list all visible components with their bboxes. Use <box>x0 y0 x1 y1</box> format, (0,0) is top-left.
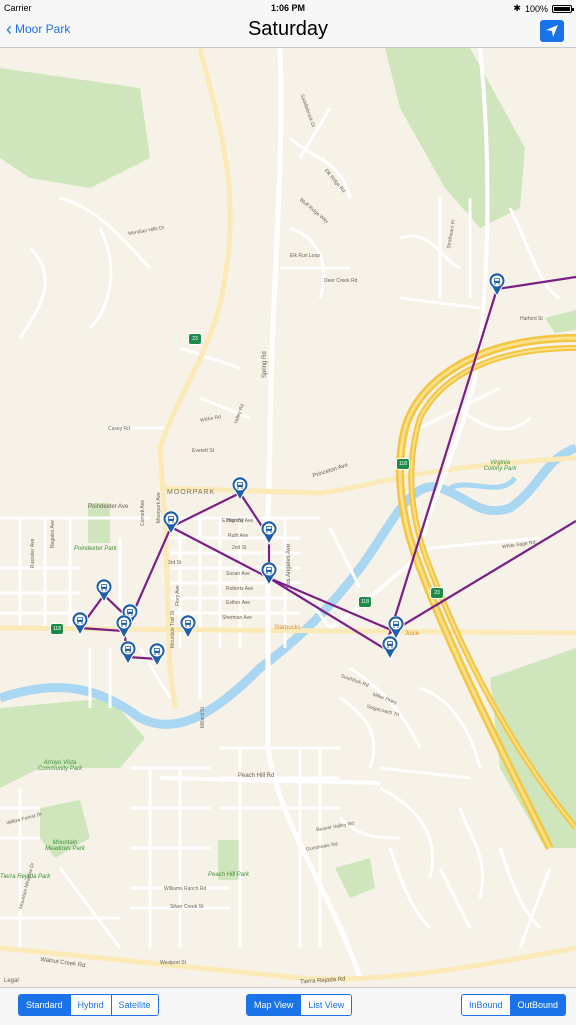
view-segmented-control: Map View List View <box>246 994 353 1016</box>
bus-stop-pin-icon[interactable] <box>381 636 399 660</box>
road-label: Cornett Ave <box>140 499 146 526</box>
road-label: Nogales Ave <box>50 520 56 548</box>
bus-stop-pin-icon[interactable] <box>119 641 137 665</box>
clock: 1:06 PM <box>270 3 305 13</box>
segment-list-view[interactable]: List View <box>300 995 352 1015</box>
legal-link[interactable]: Legal <box>4 978 19 984</box>
poi-label: Juice <box>405 631 420 637</box>
road-label: Elk Run Loop <box>290 253 321 259</box>
road-label: Peach Hill Rd <box>238 773 275 779</box>
segment-inbound[interactable]: InBound <box>462 995 510 1015</box>
road-label: Everett St <box>192 448 214 454</box>
map-view[interactable]: MOORPARK Poindexter Park Virginia Colony… <box>0 48 576 987</box>
map-type-segmented-control: Standard Hybrid Satellite <box>18 994 159 1016</box>
road-label: Silver Creek St <box>170 904 204 910</box>
park-label: Virginia Colony Park <box>483 460 517 472</box>
segment-satellite[interactable]: Satellite <box>110 995 158 1015</box>
direction-segmented-control: InBound OutBound <box>461 994 567 1016</box>
road-label: Los Angeles Ave <box>286 543 292 588</box>
highway-shield: 118 <box>396 458 410 470</box>
bus-stop-pin-icon[interactable] <box>260 521 278 545</box>
road-label: Esther Ave <box>226 600 251 606</box>
bus-stop-pin-icon[interactable] <box>95 579 113 603</box>
highway-shield: 118 <box>50 623 64 635</box>
status-bar: Carrier 1:06 PM ✱ 100% <box>0 0 576 16</box>
road-label: Spring Rd <box>262 351 268 378</box>
battery-icon <box>552 4 574 13</box>
park-label: Peach Hill Park <box>208 872 250 878</box>
location-arrow-icon <box>546 25 558 37</box>
road-label: Casey Rd <box>108 426 130 432</box>
segment-standard[interactable]: Standard <box>19 995 70 1015</box>
road-label: Harford St <box>520 316 543 322</box>
road-label: Ruth Ave <box>228 533 249 539</box>
road-label: Mountain Trail St <box>170 610 176 648</box>
battery-percent: 100% <box>524 3 548 14</box>
highway-shield: 23 <box>430 587 444 599</box>
road-label: Williams Ranch Rd <box>164 886 207 892</box>
bus-stop-pin-icon[interactable] <box>231 477 249 501</box>
park-label: Arroyo Vista Community Park <box>37 760 83 772</box>
bus-stop-pin-icon[interactable] <box>115 615 133 639</box>
location-button[interactable] <box>540 20 564 42</box>
bus-stop-pin-icon[interactable] <box>179 615 197 639</box>
segment-hybrid[interactable]: Hybrid <box>69 995 111 1015</box>
road-label: Millard St <box>200 707 206 728</box>
bus-stop-pin-icon[interactable] <box>488 273 506 297</box>
nav-bar: ‹ Moor Park Saturday <box>0 16 576 48</box>
road-label: 2nd St <box>232 545 247 551</box>
bus-stop-pin-icon[interactable] <box>260 562 278 586</box>
segment-map-view[interactable]: Map View <box>247 995 301 1015</box>
park-label: Mountain Meadows Park <box>45 840 85 852</box>
road-label: Ruessler Ave <box>30 538 36 568</box>
park-label: Poindexter Park <box>74 546 117 552</box>
road-label: Westport St <box>160 960 187 966</box>
bus-stop-pin-icon[interactable] <box>162 511 180 535</box>
road-label: Flory Ave <box>175 585 181 606</box>
highway-shield: 23 <box>188 333 202 345</box>
bus-stop-pin-icon[interactable] <box>71 612 89 636</box>
road-label: Susan Ave <box>226 571 250 577</box>
page-title: Saturday <box>247 18 329 40</box>
road-label: Sherman Ave <box>222 615 252 621</box>
bus-stop-pin-icon[interactable] <box>148 643 166 667</box>
highway-shield: 118 <box>358 596 372 608</box>
road-label: 3rd St <box>168 560 182 566</box>
segment-outbound[interactable]: OutBound <box>509 995 566 1015</box>
road-label: Roberts Ave <box>226 586 254 592</box>
poi-label: Starbucks <box>274 625 301 631</box>
road-label: Dorothy Ave <box>226 518 254 524</box>
bluetooth-icon: ✱ <box>513 3 521 13</box>
bottom-toolbar: Standard Hybrid Satellite Map View List … <box>0 987 576 1025</box>
status-right: ✱ 100% <box>513 3 574 14</box>
road-label: Poindexter Ave <box>88 504 129 510</box>
road-label: Deer Creek Rd <box>324 278 358 284</box>
town-label: MOORPARK <box>167 489 216 496</box>
